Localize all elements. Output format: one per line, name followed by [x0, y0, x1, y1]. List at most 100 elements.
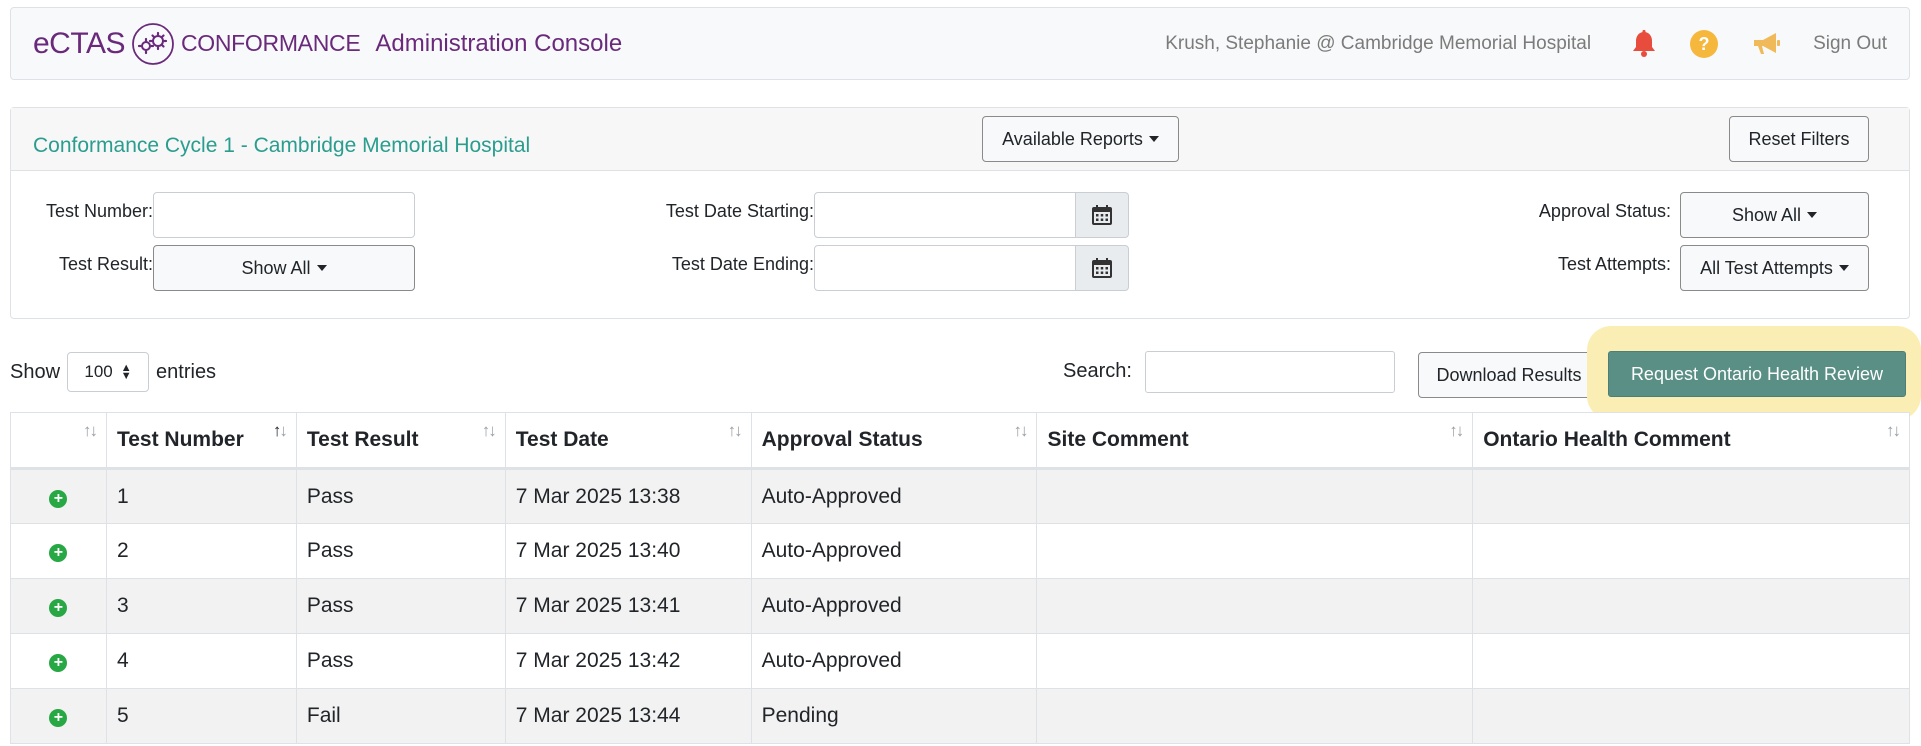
cell-test-date: 7 Mar 2025 13:42: [504, 633, 752, 689]
request-review-button[interactable]: Request Ontario Health Review: [1608, 351, 1906, 397]
date-start-input[interactable]: [814, 192, 1076, 238]
test-attempts-dropdown[interactable]: All Test Attempts: [1680, 245, 1869, 291]
help-icon[interactable]: ?: [1689, 29, 1719, 59]
table-row[interactable]: + 3 Pass 7 Mar 2025 13:41 Auto-Approved: [10, 578, 1910, 634]
date-end-input[interactable]: [814, 245, 1076, 291]
brand-logo[interactable]: eCTAS CONFORMANCE Administration Console: [33, 22, 622, 66]
reset-filters-label: Reset Filters: [1748, 128, 1850, 149]
table-header-row: ↑↓ Test Number ↑↓ Test Result ↑↓ Test Date…: [10, 412, 1910, 470]
expand-plus-icon[interactable]: +: [49, 599, 68, 617]
cell-test-result: Pass: [295, 468, 506, 524]
page-length-select[interactable]: 100 ▲ ▼: [67, 352, 150, 392]
cell-test-result: Fail: [295, 688, 506, 744]
cell-test-number: 1: [105, 468, 297, 524]
filter-panel: Conformance Cycle 1 - Cambridge Memorial…: [10, 107, 1910, 319]
reset-filters-button[interactable]: Reset Filters: [1729, 116, 1869, 162]
cell-test-number: 4: [105, 633, 297, 689]
sort-icon: ↑↓: [1013, 421, 1028, 440]
cell-approval-status: Auto-Approved: [750, 468, 1038, 524]
cell-site-comment: [1036, 688, 1474, 744]
test-result-value: Show All: [241, 257, 311, 278]
request-review-label: Request Ontario Health Review: [1630, 363, 1884, 384]
expand-plus-icon[interactable]: +: [49, 489, 68, 508]
svg-text:?: ?: [1699, 34, 1710, 54]
expand-cell[interactable]: +: [10, 523, 107, 579]
approval-status-label: Approval Status:: [1538, 201, 1671, 221]
expand-cell[interactable]: +: [10, 688, 107, 744]
cell-site-comment: [1036, 523, 1474, 579]
sort-icon: ↑↓: [82, 421, 98, 440]
expand-cell[interactable]: +: [10, 468, 107, 524]
top-navbar: eCTAS CONFORMANCE Administration Console…: [10, 7, 1910, 80]
caret-down-icon: [316, 265, 327, 271]
cell-oh-comment: [1472, 468, 1910, 524]
expand-plus-icon[interactable]: +: [49, 654, 68, 672]
download-results-label: Download Results: [1436, 364, 1582, 385]
column-header-label: Test Result: [306, 428, 419, 451]
sort-icon: ↑↓: [481, 421, 497, 440]
caret-down-icon: [1148, 136, 1159, 142]
cell-test-number: 3: [105, 578, 297, 634]
column-header-oh-comment[interactable]: Ontario Health Comment ↑↓: [1472, 412, 1910, 470]
page-length-control: Show 100 ▲ ▼ entries: [10, 352, 216, 392]
show-label: Show: [10, 360, 61, 383]
table-row[interactable]: + 4 Pass 7 Mar 2025 13:42 Auto-Approved: [10, 633, 1910, 689]
column-header-test-number[interactable]: Test Number ↑↓: [105, 412, 297, 470]
column-header-approval-status[interactable]: Approval Status ↑↓: [750, 412, 1038, 470]
cell-approval-status: Auto-Approved: [750, 578, 1038, 634]
download-results-button[interactable]: Download Results: [1418, 352, 1600, 398]
cell-oh-comment: [1472, 578, 1910, 634]
search-input[interactable]: [1145, 351, 1395, 393]
sort-asc-icon: ↑↓: [272, 421, 288, 440]
column-header-test-result[interactable]: Test Result ↑↓: [295, 412, 506, 470]
search-label: Search:: [1063, 360, 1132, 382]
filter-panel-header: Conformance Cycle 1 - Cambridge Memorial…: [11, 108, 1909, 171]
expand-cell[interactable]: +: [10, 633, 107, 689]
megaphone-icon[interactable]: [1751, 31, 1781, 57]
column-header-label: Site Comment: [1047, 428, 1189, 451]
cell-approval-status: Auto-Approved: [750, 633, 1038, 689]
brand-conformance-text: CONFORMANCE: [180, 30, 361, 56]
user-info: Krush, Stephanie @ Cambridge Memorial Ho…: [1165, 32, 1592, 54]
approval-status-dropdown[interactable]: Show All: [1680, 192, 1869, 238]
bell-icon[interactable]: [1631, 29, 1657, 58]
column-header-expand[interactable]: ↑↓: [10, 412, 107, 470]
gears-logo-icon: [132, 22, 174, 65]
console-title: Administration Console: [375, 29, 623, 57]
cell-site-comment: [1036, 578, 1474, 634]
test-attempts-value: All Test Attempts: [1700, 257, 1833, 278]
sign-out-link[interactable]: Sign Out: [1813, 33, 1887, 55]
column-header-site-comment[interactable]: Site Comment ↑↓: [1036, 412, 1474, 470]
cell-test-date: 7 Mar 2025 13:44: [504, 688, 752, 744]
date-end-label: Test Date Ending:: [671, 254, 814, 274]
test-result-dropdown[interactable]: Show All: [153, 245, 415, 291]
expand-plus-icon[interactable]: +: [49, 544, 68, 562]
cell-site-comment: [1036, 633, 1474, 689]
results-table: ↑↓ Test Number ↑↓ Test Result ↑↓ Test Date…: [10, 412, 1910, 744]
cell-oh-comment: [1472, 688, 1910, 744]
cell-approval-status: Pending: [750, 688, 1038, 744]
column-header-label: Approval Status: [761, 428, 923, 451]
cell-test-result: Pass: [295, 578, 506, 634]
calendar-icon: [1092, 205, 1112, 225]
cell-test-number: 2: [105, 523, 297, 579]
date-start-calendar-button[interactable]: [1075, 192, 1129, 238]
expand-plus-icon[interactable]: +: [49, 709, 68, 727]
cycle-title: Conformance Cycle 1 - Cambridge Memorial…: [33, 134, 531, 157]
available-reports-label: Available Reports: [1002, 128, 1143, 149]
caret-down-icon: [1838, 265, 1849, 271]
table-row[interactable]: + 1 Pass 7 Mar 2025 13:38 Auto-Approved: [10, 468, 1910, 524]
test-number-input[interactable]: [153, 192, 415, 238]
column-header-label: Test Date: [515, 428, 609, 451]
table-row[interactable]: + 5 Fail 7 Mar 2025 13:44 Pending: [10, 688, 1910, 744]
calendar-icon: [1092, 258, 1112, 278]
approval-status-value: Show All: [1731, 204, 1802, 225]
page-length-value: 100: [84, 362, 113, 381]
date-end-calendar-button[interactable]: [1075, 245, 1129, 291]
expand-cell[interactable]: +: [10, 578, 107, 634]
table-row[interactable]: + 2 Pass 7 Mar 2025 13:40 Auto-Approved: [10, 523, 1910, 579]
column-header-test-date[interactable]: Test Date ↑↓: [504, 412, 752, 470]
available-reports-button[interactable]: Available Reports: [982, 116, 1179, 162]
caret-down-icon: [1807, 212, 1818, 218]
sort-icon: ↑↓: [1449, 421, 1464, 440]
